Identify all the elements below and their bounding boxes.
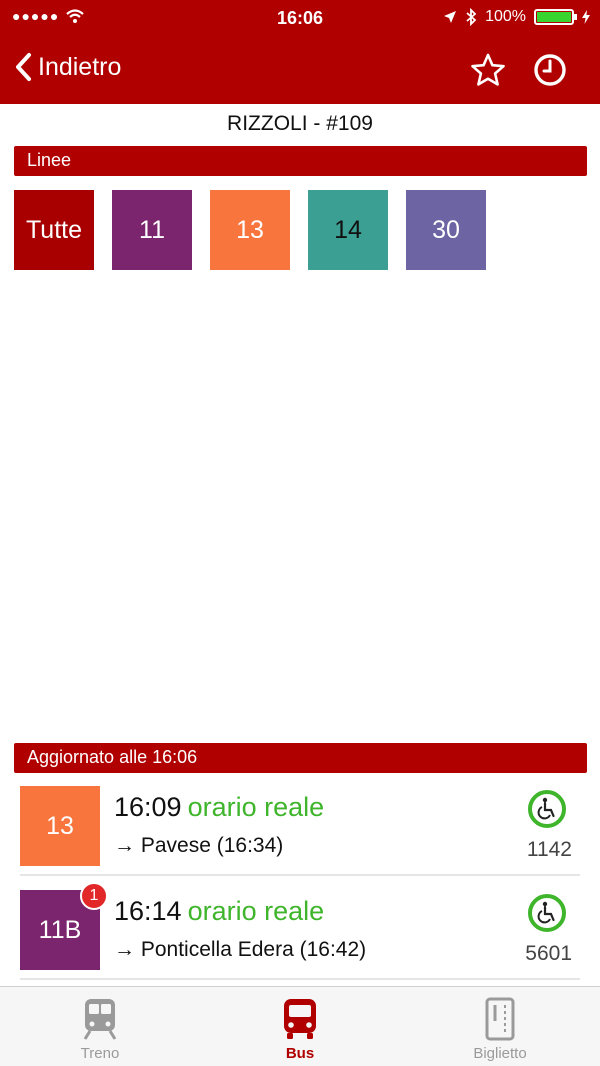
line-filter-list: Tutte 11 13 14 30 xyxy=(14,190,486,270)
line-filter-all[interactable]: Tutte xyxy=(14,190,94,270)
wheelchair-icon xyxy=(537,797,555,820)
back-button[interactable]: Indietro xyxy=(14,52,121,82)
battery-level xyxy=(537,12,571,22)
line-number: 11B xyxy=(38,915,82,944)
battery-percentage: 100% xyxy=(485,8,526,25)
line-filter-11[interactable]: 11 xyxy=(112,190,192,270)
location-arrow-icon xyxy=(444,11,457,23)
lines-section-header: Linee xyxy=(14,146,587,176)
departure-time-line: 16:09 orario reale xyxy=(114,792,324,823)
status-right: 100% xyxy=(443,8,590,26)
chevron-left-icon xyxy=(16,53,31,81)
departure-time: 16:09 xyxy=(114,792,182,822)
tab-biglietto[interactable]: Biglietto xyxy=(400,987,600,1066)
tab-treno-label: Treno xyxy=(80,1045,120,1062)
clock-icon xyxy=(534,54,566,86)
vehicle-number: 1142 xyxy=(526,838,572,861)
bus-icon xyxy=(284,999,316,1039)
wheelchair-accessible-icon xyxy=(528,894,566,932)
line-filter-30[interactable]: 30 xyxy=(406,190,486,270)
line-filter-14[interactable]: 14 xyxy=(308,190,388,270)
ticket-icon xyxy=(485,997,515,1041)
history-button[interactable] xyxy=(532,52,568,93)
alert-badge: 1 xyxy=(80,882,108,910)
lines-section-label: Linee xyxy=(27,150,72,170)
stop-title: RIZZOLI - #109 xyxy=(227,112,373,135)
wheelchair-accessible-icon xyxy=(528,790,566,828)
navigation-bar: Indietro xyxy=(0,36,600,104)
destination: → Pavese (16:34) xyxy=(114,834,284,857)
departure-time-line: 16:14 orario reale xyxy=(114,896,324,927)
departure-time: 16:14 xyxy=(114,896,182,926)
bluetooth-icon xyxy=(466,8,477,26)
departure-row[interactable]: 11B 1 16:14 orario reale → Ponticella Ede… xyxy=(20,882,580,980)
train-icon xyxy=(83,999,117,1040)
battery-icon xyxy=(534,9,577,25)
tab-bus-label: Bus xyxy=(285,1045,315,1062)
charging-icon xyxy=(582,10,590,24)
wheelchair-icon xyxy=(537,901,555,924)
back-button-label: Indietro xyxy=(38,52,122,81)
tab-biglietto-label: Biglietto xyxy=(473,1045,527,1062)
destination: → Ponticella Edera (16:42) xyxy=(114,938,367,961)
favorite-button[interactable] xyxy=(470,52,506,93)
realtime-label: orario reale xyxy=(187,896,325,926)
last-updated-label: Aggiornato alle 16:06 xyxy=(27,747,198,767)
departures-section-header: Aggiornato alle 16:06 xyxy=(14,743,587,773)
star-icon xyxy=(471,53,505,86)
status-bar: ●●●●● 16:06 100% xyxy=(0,0,600,36)
departure-row[interactable]: 13 16:09 orario reale → Pavese (16:34) 11… xyxy=(20,780,580,876)
line-filter-13[interactable]: 13 xyxy=(210,190,290,270)
vehicle-number: 5601 xyxy=(525,942,572,965)
tab-bus[interactable]: Bus xyxy=(200,987,400,1066)
tab-bar: Treno Bus Biglietto xyxy=(0,986,600,1066)
realtime-label: orario reale xyxy=(187,792,325,822)
line-badge: 13 xyxy=(20,786,100,866)
tab-treno[interactable]: Treno xyxy=(0,987,200,1066)
line-number: 13 xyxy=(46,811,74,840)
